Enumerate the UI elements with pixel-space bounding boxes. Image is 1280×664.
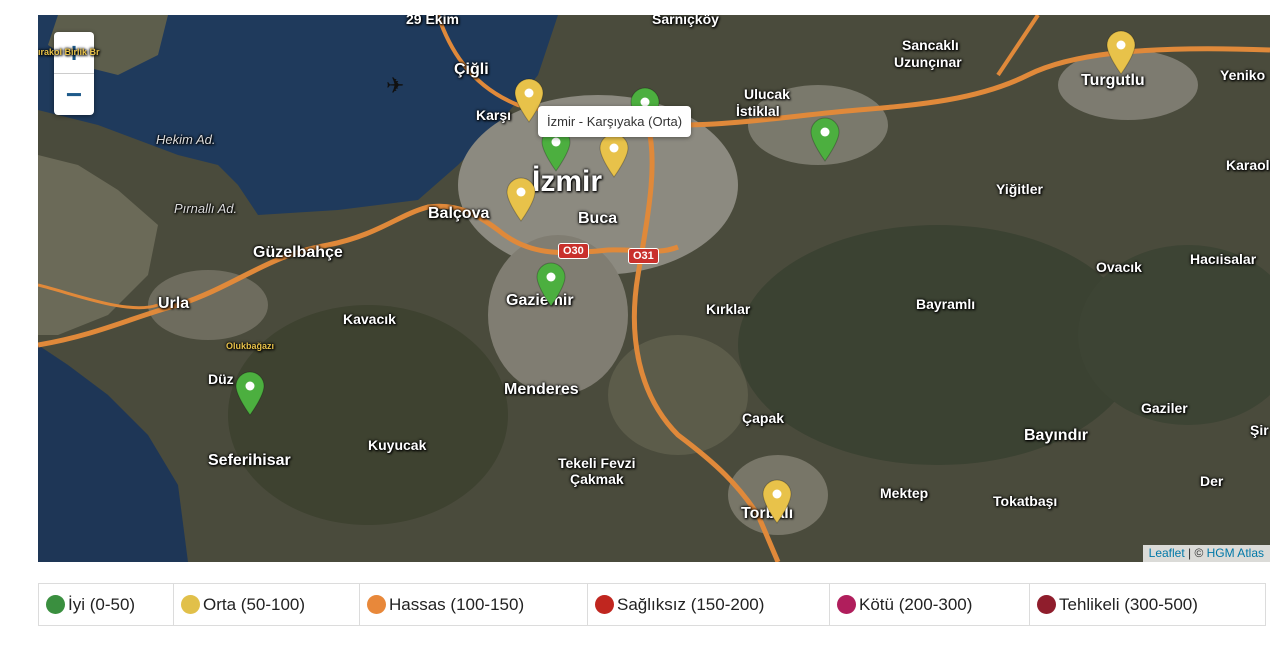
place-sarnickoy: Sarnıçköy <box>652 15 719 27</box>
place-kavacik: Kavacık <box>343 311 396 327</box>
marker-tooltip: İzmir - Karşıyaka (Orta) <box>538 106 692 137</box>
legend-item-iyi: İyi (0-50) <box>39 584 174 625</box>
map-attribution: Leaflet | © HGM Atlas <box>1142 545 1270 562</box>
place-istiklal: İstiklal <box>736 103 780 119</box>
marker-bornova[interactable] <box>598 132 630 178</box>
leaflet-link[interactable]: Leaflet <box>1149 546 1185 560</box>
legend-dot-orta <box>181 595 200 614</box>
place-seferihisar: Seferihisar <box>208 452 291 469</box>
place-pirnalli-ad: Pırnallı Ad. <box>174 201 238 216</box>
place-olukbagazi: Olukbağazı <box>226 341 275 351</box>
marker-torbali[interactable] <box>761 478 793 524</box>
legend-label-sagliksiz: Sağlıksız (150-200) <box>617 594 765 614</box>
place-tokatbasi: Tokatbaşı <box>993 493 1058 509</box>
map-container[interactable]: ✈ + − 29 Ekim Sarnıçköy ırakol Birlik Br… <box>38 15 1270 562</box>
marker-turgutlu[interactable] <box>1105 29 1137 75</box>
legend-dot-iyi <box>46 595 65 614</box>
zoom-out-button[interactable]: − <box>54 73 94 115</box>
place-der: Der <box>1200 473 1224 489</box>
place-yeniko: Yeniko <box>1220 67 1266 83</box>
place-ulucak: Ulucak <box>744 86 790 102</box>
svg-text:✈: ✈ <box>386 74 404 99</box>
place-karsiyaka: Karşı <box>476 107 512 123</box>
place-capak: Çapak <box>742 410 785 426</box>
legend-dot-tehlikeli <box>1037 595 1056 614</box>
road-o30-shield: O30 <box>558 243 589 259</box>
place-menderes: Menderes <box>504 381 579 398</box>
place-ovacik: Ovacık <box>1096 259 1142 275</box>
marker-kemalpasa[interactable] <box>809 116 841 162</box>
legend-item-orta: Orta (50-100) <box>174 584 360 625</box>
legend-dot-kotu <box>837 595 856 614</box>
place-sir: Şir <box>1250 422 1269 438</box>
place-tekeli-fevzi: Tekeli Fevzi <box>558 455 636 471</box>
place-bayramli: Bayramlı <box>916 296 976 312</box>
hgm-atlas-link[interactable]: HGM Atlas <box>1207 546 1264 560</box>
place-cigli: Çiğli <box>454 61 489 78</box>
marker-balcova[interactable] <box>505 176 537 222</box>
place-balcova: Balçova <box>428 205 490 222</box>
place-bayindir: Bayındır <box>1024 427 1089 444</box>
legend-label-hassas: Hassas (100-150) <box>389 594 525 614</box>
place-buca: Buca <box>578 210 618 227</box>
place-29-ekim: 29 Ekim <box>406 15 459 27</box>
place-cakmak: Çakmak <box>570 471 624 487</box>
legend-label-kotu: Kötü (200-300) <box>859 594 973 614</box>
legend-item-sagliksiz: Sağlıksız (150-200) <box>588 584 830 625</box>
place-kuyucak: Kuyucak <box>368 437 427 453</box>
zoom-control: + − <box>54 32 94 115</box>
place-karaolu: Karaolu <box>1226 157 1270 173</box>
legend-item-hassas: Hassas (100-150) <box>360 584 588 625</box>
place-uzuncinar: Uzunçınar <box>894 54 962 70</box>
legend-item-kotu: Kötü (200-300) <box>830 584 1030 625</box>
place-mektep: Mektep <box>880 485 929 501</box>
road-o31-shield: O31 <box>628 248 659 264</box>
legend-label-tehlikeli: Tehlikeli (300-500) <box>1059 594 1198 614</box>
legend-label-orta: Orta (50-100) <box>203 594 306 614</box>
place-sancakli: Sancaklı <box>902 37 959 53</box>
marker-seferihisar[interactable] <box>234 370 266 416</box>
legend-dot-hassas <box>367 595 386 614</box>
place-birlik: ırakol Birlik Br <box>38 47 100 57</box>
place-urla: Urla <box>158 295 190 312</box>
aqi-legend: İyi (0-50) Orta (50-100) Hassas (100-150… <box>38 583 1266 626</box>
attribution-separator: | © <box>1184 546 1207 560</box>
legend-label-iyi: İyi (0-50) <box>68 594 136 614</box>
place-hekim-ad: Hekim Ad. <box>156 132 216 147</box>
marker-gaziemir[interactable] <box>535 261 567 307</box>
legend-item-tehlikeli: Tehlikeli (300-500) <box>1030 584 1265 625</box>
place-gaziler: Gaziler <box>1141 400 1188 416</box>
place-duz: Düz <box>208 371 234 387</box>
place-guzelbahce: Güzelbahçe <box>253 244 343 261</box>
legend-dot-sagliksiz <box>595 595 614 614</box>
place-yigitler: Yiğitler <box>996 181 1043 197</box>
place-kirklar: Kırklar <box>706 301 751 317</box>
place-haciisalar: Hacıisalar <box>1190 251 1257 267</box>
